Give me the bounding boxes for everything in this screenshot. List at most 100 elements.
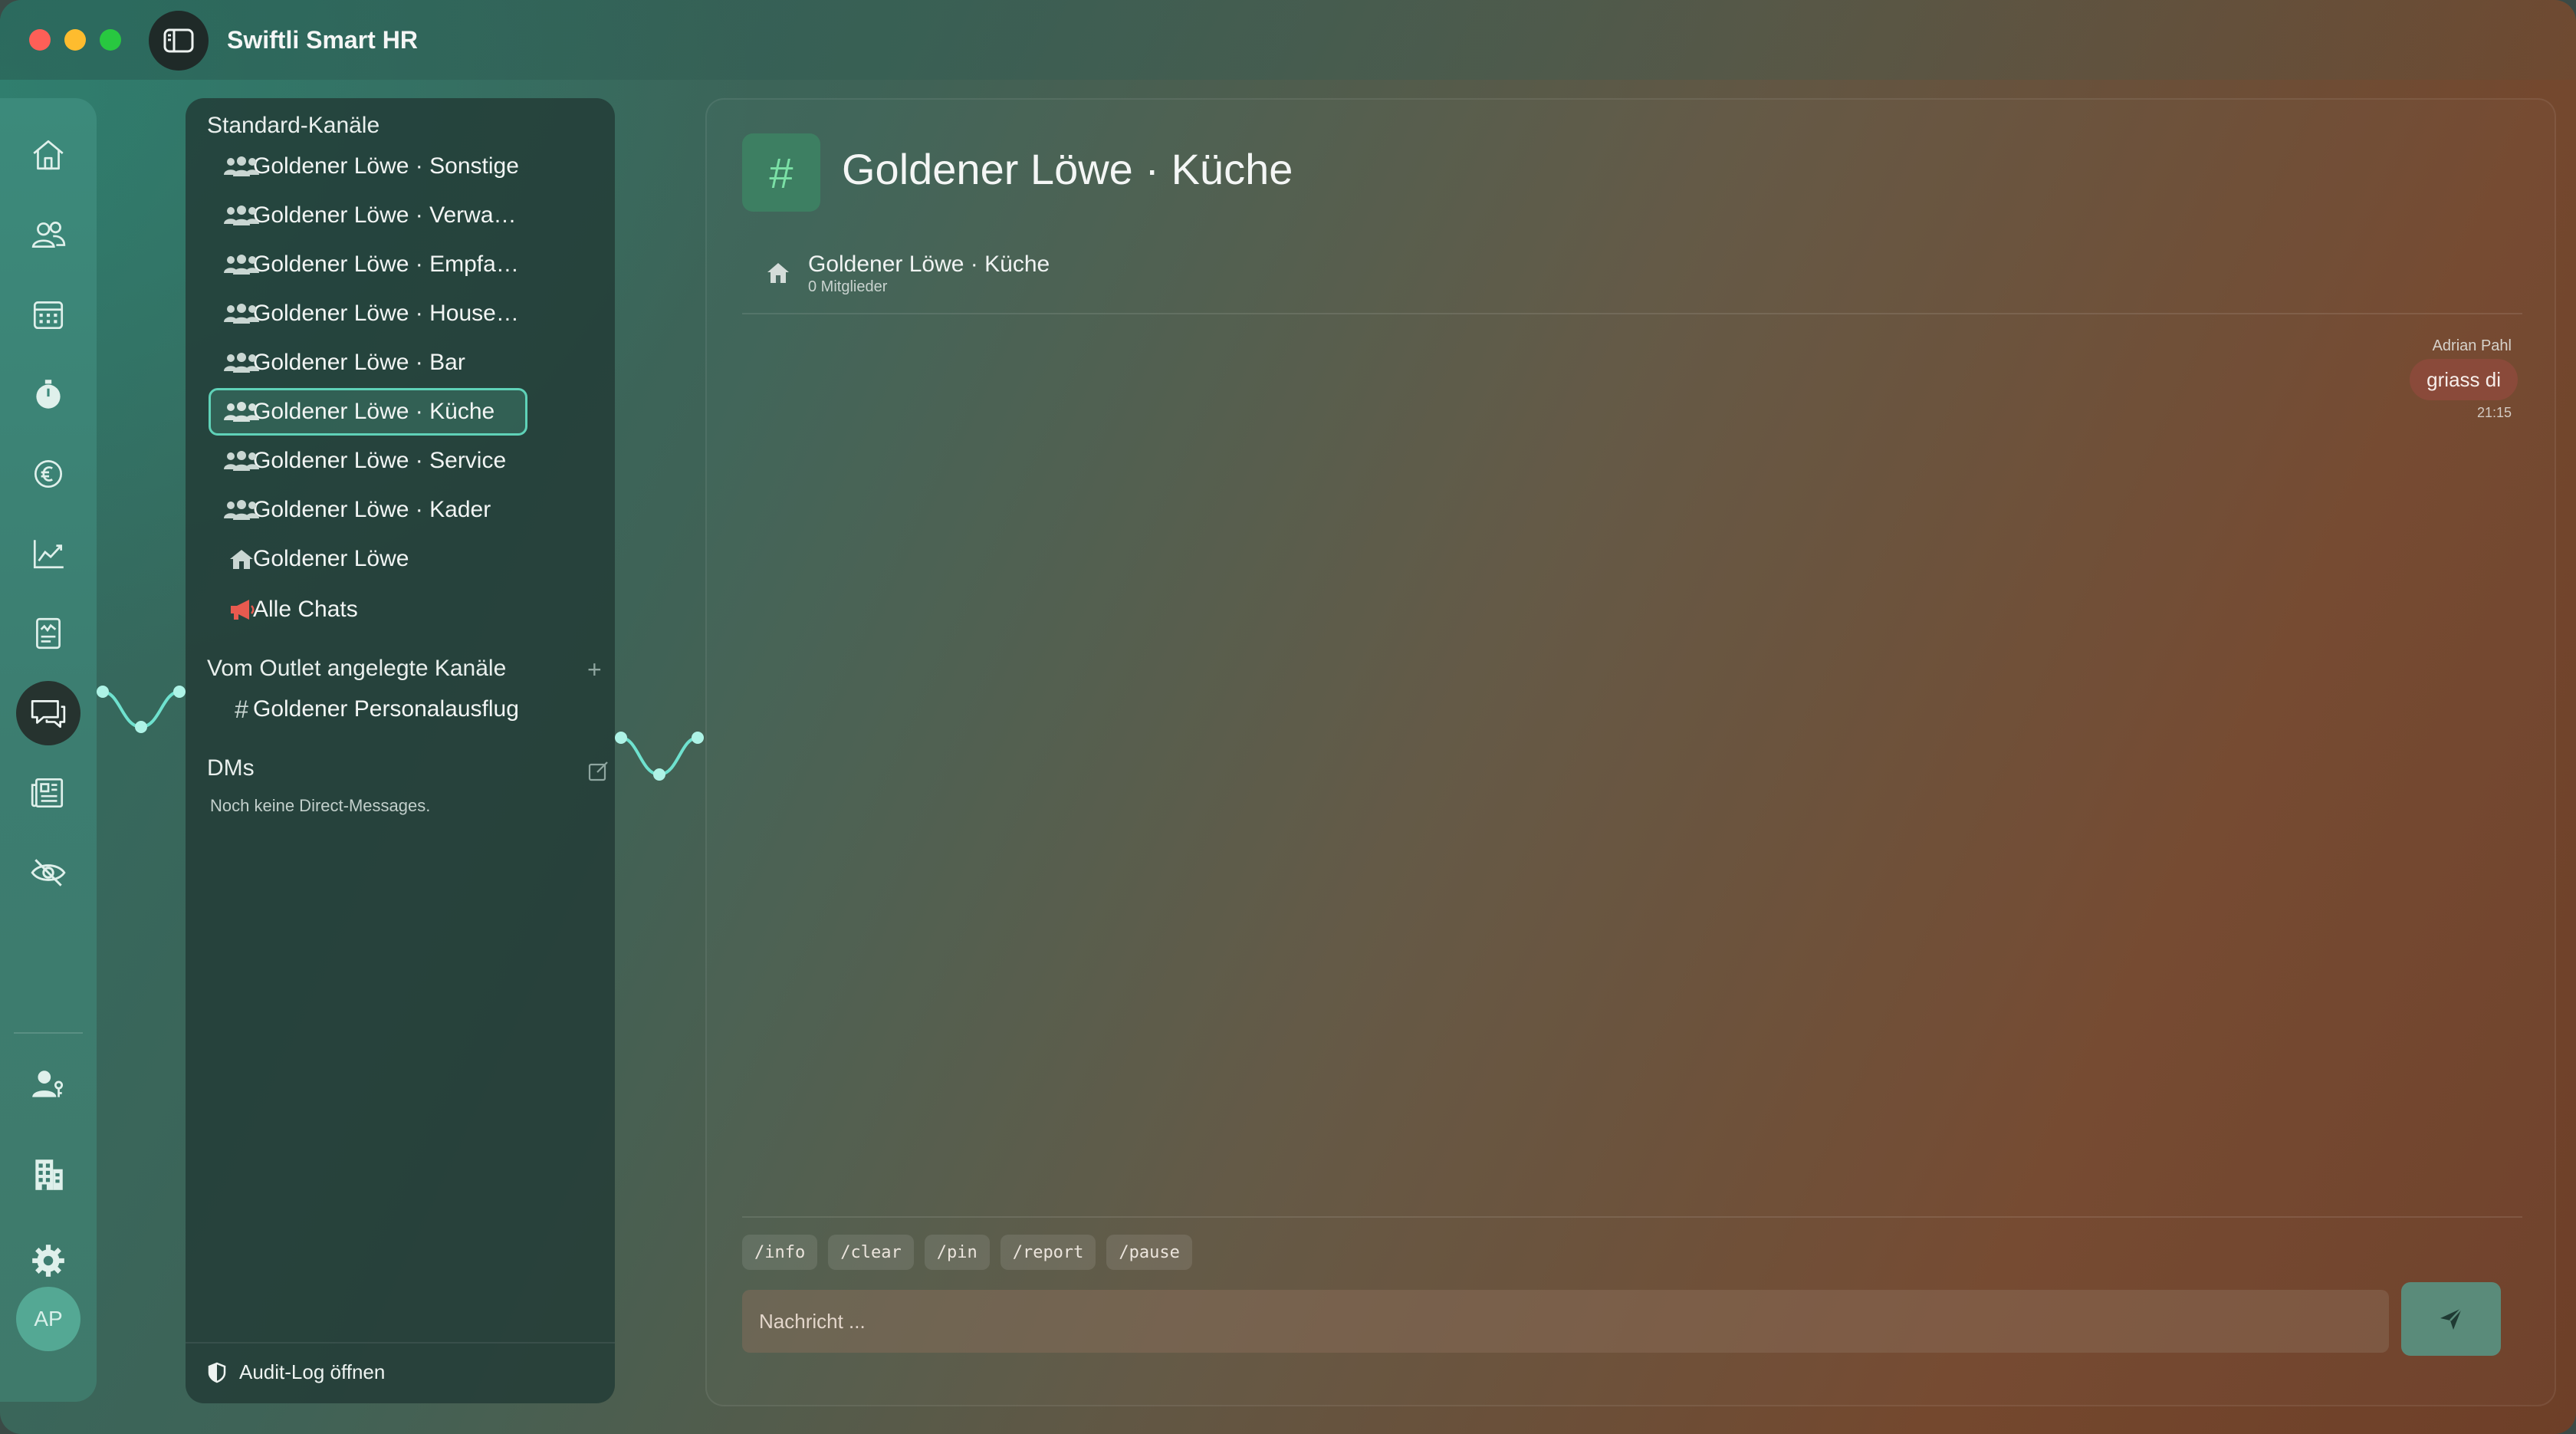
- nav-chat[interactable]: [16, 681, 80, 745]
- building-icon: [35, 1159, 63, 1190]
- command-chip[interactable]: /pin: [924, 1235, 990, 1270]
- nav-payroll[interactable]: [16, 442, 80, 506]
- channel-info[interactable]: Goldener Löwe · Küche 0 Mitglieder: [765, 252, 1050, 296]
- rail-divider: [14, 1032, 83, 1034]
- hash-icon: #: [235, 695, 248, 723]
- channel-item[interactable]: Goldener Löwe · Sonstige: [209, 143, 527, 190]
- house-icon: [767, 263, 789, 283]
- message-input[interactable]: [742, 1290, 2389, 1353]
- standard-channels-heading: Standard-Kanäle: [207, 113, 380, 138]
- nav-employees[interactable]: [16, 202, 80, 267]
- nav-settings[interactable]: [16, 1228, 80, 1293]
- channel-hash-badge: #: [742, 133, 820, 212]
- nav-home[interactable]: [16, 123, 80, 187]
- nav-reports[interactable]: [16, 601, 80, 666]
- group-icon: [222, 301, 261, 327]
- send-button[interactable]: [2401, 1282, 2501, 1356]
- channel-title: Goldener Löwe · Küche: [842, 145, 1293, 193]
- euro-icon: [34, 459, 63, 488]
- document-icon: [36, 617, 61, 650]
- people-icon: [31, 222, 66, 248]
- channel-item[interactable]: Goldener Löwe · Empfang: [209, 241, 527, 288]
- nav-company[interactable]: [16, 1143, 80, 1207]
- shield-icon: [208, 1362, 226, 1383]
- channel-label: Goldener Personalausflug: [253, 696, 519, 722]
- channel-label: Goldener Löwe · Sonstige: [253, 153, 519, 179]
- channel-info-name: Goldener Löwe · Küche: [808, 252, 1050, 277]
- channel-item[interactable]: Goldener Löwe · Verwaltu…: [209, 192, 527, 239]
- composer-divider: [742, 1216, 2522, 1218]
- group-icon: [222, 399, 261, 425]
- group-icon: [222, 497, 261, 523]
- group-icon: [222, 202, 261, 229]
- no-dms-text: Noch keine Direct-Messages.: [210, 796, 431, 815]
- wave-connector-right: [615, 732, 704, 781]
- minimize-window-button[interactable]: [64, 29, 86, 51]
- audit-log-label: Audit-Log öffnen: [239, 1360, 386, 1383]
- channel-item[interactable]: # Goldener Personalausflug: [209, 686, 527, 733]
- close-window-button[interactable]: [29, 29, 51, 51]
- channel-item[interactable]: Goldener Löwe · Housek…: [209, 290, 527, 337]
- command-chip[interactable]: /info: [742, 1235, 818, 1270]
- channel-label: Goldener Löwe · Housek…: [253, 301, 521, 326]
- outlet-channels-heading: Vom Outlet angelegte Kanäle: [207, 656, 507, 681]
- nav-analytics[interactable]: [16, 521, 80, 586]
- member-count: 0 Mitglieder: [808, 278, 888, 295]
- avatar[interactable]: AP: [16, 1287, 80, 1351]
- channel-label: Goldener Löwe: [253, 546, 409, 571]
- newspaper-icon: [31, 778, 64, 808]
- chat-icon: [31, 700, 66, 729]
- sidebar-toggle-button[interactable]: [149, 11, 209, 71]
- dms-heading: DMs: [207, 755, 255, 781]
- panel-divider: [186, 1342, 615, 1344]
- group-icon: [222, 153, 261, 179]
- nav-news[interactable]: [16, 761, 80, 825]
- channel-item[interactable]: Alle Chats: [209, 586, 527, 633]
- house-icon: [222, 546, 261, 572]
- chart-icon: [33, 540, 64, 569]
- channel-item[interactable]: Goldener Löwe · Bar: [209, 339, 527, 386]
- nav-privacy[interactable]: [16, 840, 80, 905]
- message-author: Adrian Pahl: [2432, 337, 2512, 354]
- gear-icon: [32, 1245, 64, 1277]
- channel-label: Goldener Löwe · Empfang: [253, 252, 521, 277]
- channel-label: Goldener Löwe · Service: [253, 448, 507, 473]
- nav-time-tracking[interactable]: [16, 362, 80, 426]
- header-divider: [742, 313, 2522, 314]
- group-icon: [222, 252, 261, 278]
- group-icon: [222, 350, 261, 376]
- channel-item-active[interactable]: Goldener Löwe · Küche: [209, 388, 527, 436]
- audit-log-link[interactable]: Audit-Log öffnen: [207, 1360, 385, 1384]
- user-key-icon: [32, 1071, 64, 1097]
- add-channel-button[interactable]: +: [587, 657, 602, 682]
- channel-label: Goldener Löwe · Bar: [253, 350, 465, 375]
- sidebar-icon: [163, 28, 194, 53]
- icon-rail: AP: [0, 98, 97, 1402]
- channel-item[interactable]: Goldener Löwe: [209, 535, 527, 583]
- nav-calendar[interactable]: [16, 282, 80, 347]
- channel-label: Goldener Löwe · Küche: [253, 399, 495, 424]
- wave-connector-left: [97, 686, 186, 733]
- channel-sidebar: Standard-Kanäle Goldener Löwe · Sonstige…: [186, 98, 615, 1403]
- message-bubble[interactable]: griass di: [2410, 359, 2518, 400]
- calendar-icon: [33, 301, 64, 330]
- chat-main: # Goldener Löwe · Küche Goldener Löwe · …: [705, 98, 2556, 1406]
- command-chip[interactable]: /clear: [828, 1235, 914, 1270]
- zoom-window-button[interactable]: [100, 29, 121, 51]
- group-icon: [222, 448, 261, 474]
- slash-commands: /info /clear /pin /report /pause: [742, 1235, 1192, 1270]
- channel-item[interactable]: Goldener Löwe · Kader: [209, 486, 527, 534]
- home-icon: [33, 140, 64, 170]
- nav-user-access[interactable]: [16, 1052, 80, 1117]
- megaphone-icon: [222, 597, 261, 623]
- command-chip[interactable]: /report: [1000, 1235, 1096, 1270]
- app-window: Swiftli Smart HR AP Standard-Kanäle Gold…: [0, 0, 2576, 1434]
- eye-off-icon: [31, 859, 66, 886]
- channel-item[interactable]: Goldener Löwe · Service: [209, 437, 527, 485]
- compose-dm-icon[interactable]: [587, 759, 610, 782]
- send-icon: [2440, 1307, 2463, 1330]
- titlebar: Swiftli Smart HR: [0, 0, 2576, 80]
- message-time: 21:15: [2476, 405, 2512, 420]
- channel-label: Goldener Löwe · Verwaltu…: [253, 202, 521, 228]
- command-chip[interactable]: /pause: [1106, 1235, 1192, 1270]
